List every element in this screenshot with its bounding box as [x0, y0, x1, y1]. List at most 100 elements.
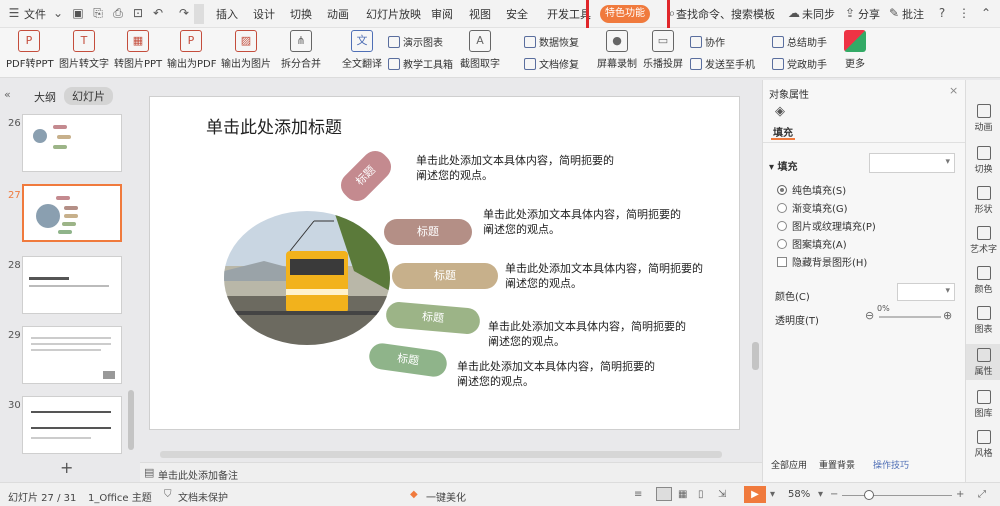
close-icon[interactable]: × — [949, 84, 958, 97]
chevron-down-icon[interactable]: ⌄ — [50, 5, 66, 21]
fit-window-icon[interactable]: ⤢ — [978, 489, 986, 500]
fill-bucket-icon[interactable]: ◈ — [775, 104, 785, 119]
slide-vertical-scrollbar[interactable] — [752, 342, 759, 370]
reading-view-icon[interactable]: ▯ — [698, 489, 704, 500]
teaching-tools-button[interactable]: 教学工具箱 — [388, 56, 453, 71]
print-icon[interactable]: ⎙ — [110, 5, 126, 21]
file-menu[interactable]: 文件 — [24, 6, 46, 22]
sidebar-item-wordart[interactable]: 艺术字 — [966, 226, 1000, 255]
sidebar-item-color[interactable]: 颜色 — [966, 266, 1000, 295]
title-pill-2[interactable]: 标题 — [384, 219, 472, 245]
title-pill-4[interactable]: 标题 — [385, 300, 481, 336]
party-assistant-button[interactable]: 党政助手 — [772, 56, 827, 71]
tab-slides[interactable]: 幻灯片 — [64, 87, 113, 105]
body-text-2[interactable]: 单击此处添加文本具体内容，简明扼要的阐述您的观点。 — [483, 207, 683, 237]
chart-demo-button[interactable]: 演示图表 — [388, 34, 443, 49]
menu-icon[interactable]: ☰ — [6, 5, 22, 21]
sidebar-item-properties[interactable]: 属性 — [966, 344, 1000, 380]
tab-developer[interactable]: 开发工具 — [547, 6, 591, 22]
body-text-5[interactable]: 单击此处添加文本具体内容，简明扼要的阐述您的观点。 — [457, 359, 657, 389]
tab-fill[interactable]: 填充 — [773, 124, 793, 139]
color-picker[interactable]: ▾ — [897, 283, 955, 301]
pdf-to-ppt-button[interactable]: P PDF转PPT — [6, 30, 54, 70]
fill-section-header[interactable]: ▾ 填充 — [769, 158, 798, 173]
slide-thumbnail-28[interactable] — [22, 256, 122, 314]
slide-thumbnail-29[interactable] — [22, 326, 122, 384]
save-icon[interactable]: ▣ — [70, 5, 86, 21]
help-icon[interactable]: ? — [934, 5, 950, 21]
tab-transition[interactable]: 切换 — [290, 6, 312, 22]
zoom-slider[interactable] — [842, 495, 952, 496]
image-to-text-button[interactable]: T 图片转文字 — [58, 30, 110, 70]
protect-status[interactable]: 文档未保护 — [178, 489, 228, 504]
hide-background-checkbox[interactable]: 隐藏背景图形(H) — [777, 254, 867, 269]
sync-status[interactable]: 未同步 — [802, 6, 835, 22]
pattern-fill-option[interactable]: 图案填充(A) — [777, 236, 847, 251]
tab-design[interactable]: 设计 — [253, 6, 275, 22]
collapse-icon[interactable]: ⌃ — [978, 5, 994, 21]
export-image-button[interactable]: ▨ 输出为图片 — [221, 30, 271, 70]
theme-name[interactable]: 1_Office 主题 — [88, 489, 152, 504]
slide-horizontal-scrollbar[interactable] — [160, 451, 722, 458]
screen-record-button[interactable]: ● 屏幕录制 — [596, 30, 638, 70]
tab-insert[interactable]: 插入 — [216, 6, 238, 22]
picture-fill-option[interactable]: 图片或纹理填充(P) — [777, 218, 876, 233]
sidebar-item-chart[interactable]: 图表 — [966, 306, 1000, 335]
preview-icon[interactable]: ⊡ — [130, 5, 146, 21]
notes-toggle-icon[interactable]: ≡ — [634, 489, 642, 500]
more-tools-button[interactable]: 更多 — [842, 30, 868, 70]
split-merge-button[interactable]: ⋔ 拆分合并 — [276, 30, 326, 70]
play-options-icon[interactable]: ▾ — [770, 489, 775, 500]
transparency-slider[interactable] — [879, 316, 941, 318]
beautify-button[interactable]: 一键美化 — [426, 489, 466, 504]
sidebar-item-style[interactable]: 风格 — [966, 430, 1000, 459]
tab-security[interactable]: 安全 — [506, 6, 528, 22]
to-image-ppt-button[interactable]: ▦ 转图片PPT — [114, 30, 162, 70]
tab-view[interactable]: 视图 — [469, 6, 491, 22]
tab-outline[interactable]: 大纲 — [34, 89, 56, 105]
export-icon[interactable]: ⎘ — [90, 5, 106, 21]
more-icon[interactable]: ⋮ — [956, 5, 972, 21]
redo-icon[interactable]: ↷ — [176, 5, 192, 21]
solid-fill-option[interactable]: 纯色填充(S) — [777, 182, 846, 197]
export-pdf-button[interactable]: P 输出为PDF — [167, 30, 216, 70]
tab-slideshow[interactable]: 幻灯片放映 — [366, 6, 421, 22]
sidebar-item-transition[interactable]: 切换 — [966, 146, 1000, 175]
sidebar-item-animation[interactable]: 动画 — [966, 104, 1000, 133]
operation-tips-link[interactable]: 操作技巧 — [873, 458, 909, 471]
body-text-1[interactable]: 单击此处添加文本具体内容，简明扼要的阐述您的观点。 — [416, 153, 616, 183]
plus-icon[interactable]: ⊕ — [943, 309, 952, 322]
body-text-4[interactable]: 单击此处添加文本具体内容，简明扼要的阐述您的观点。 — [488, 319, 688, 349]
slide-title[interactable]: 单击此处添加标题 — [206, 113, 342, 138]
slide-thumbnail-30[interactable] — [22, 396, 122, 454]
undo-icon[interactable]: ↶ — [150, 5, 166, 21]
normal-view-icon[interactable] — [656, 487, 672, 501]
minus-icon[interactable]: ⊖ — [865, 309, 874, 322]
collaborate-button[interactable]: 协作 — [690, 34, 725, 49]
title-pill-1[interactable]: 标题 — [335, 145, 397, 207]
translate-button[interactable]: 文 全文翻译 — [342, 30, 382, 70]
notes-bar[interactable]: ▤ 单击此处添加备注 — [140, 462, 762, 482]
thumbnail-scrollbar[interactable] — [128, 390, 134, 450]
apply-all-button[interactable]: 全部应用 — [771, 458, 807, 471]
reset-background-button[interactable]: 重置背景 — [819, 458, 855, 471]
slide-thumbnail-27[interactable] — [22, 184, 122, 242]
collapse-panel-icon[interactable]: « — [4, 88, 11, 101]
sidebar-item-shape[interactable]: 形状 — [966, 186, 1000, 215]
tab-animation[interactable]: 动画 — [327, 6, 349, 22]
cast-button[interactable]: ▭ 乐播投屏 — [642, 30, 684, 70]
slide-thumbnail-26[interactable] — [22, 114, 122, 172]
fill-type-select[interactable]: ▾ — [869, 153, 955, 173]
fullscreen-icon[interactable]: ⇲ — [718, 489, 726, 500]
notes-placeholder[interactable]: 单击此处添加备注 — [158, 467, 238, 482]
tram-photo[interactable] — [224, 211, 390, 345]
data-recovery-button[interactable]: 数据恢复 — [524, 34, 579, 49]
summary-assistant-button[interactable]: 总结助手 — [772, 34, 827, 49]
body-text-3[interactable]: 单击此处添加文本具体内容，简明扼要的阐述您的观点。 — [505, 261, 705, 291]
play-button[interactable]: ▶ — [744, 486, 766, 503]
zoom-out-icon[interactable]: − — [830, 489, 838, 500]
add-slide-button[interactable]: + — [60, 458, 73, 477]
tab-review[interactable]: 审阅 — [431, 6, 453, 22]
sidebar-item-gallery[interactable]: 图库 — [966, 390, 1000, 419]
slide-canvas[interactable]: 单击此处添加标题 标题 单击此处添加文本具体内容，简明扼要的阐述您的观点。 标题… — [149, 96, 740, 430]
